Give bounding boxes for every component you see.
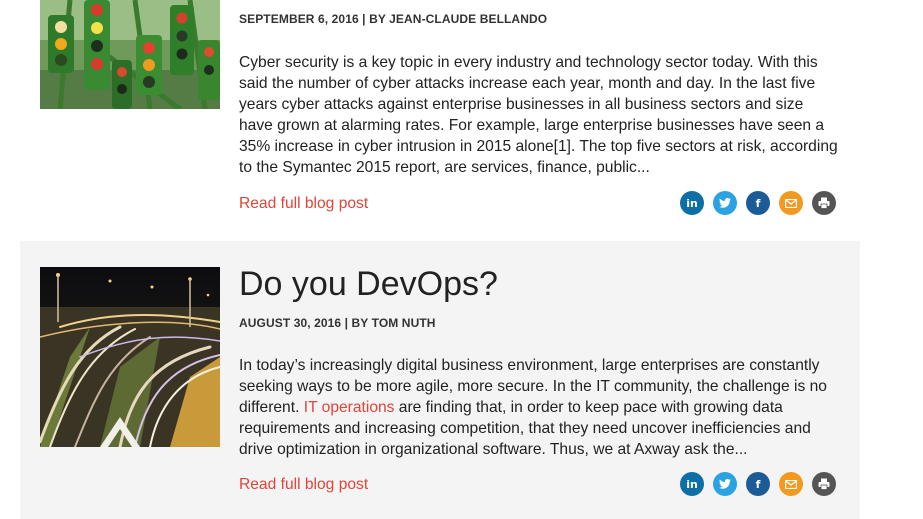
read-full-post-link[interactable]: Read full blog post: [239, 194, 368, 214]
email-icon[interactable]: [779, 191, 803, 215]
post-excerpt: In today’s increasingly digital business…: [239, 355, 839, 460]
linkedin-glyph: in: [686, 477, 698, 491]
facebook-icon[interactable]: f: [746, 191, 770, 215]
facebook-icon[interactable]: f: [746, 472, 770, 496]
highway-night-image: [40, 267, 220, 447]
post-meta: SEPTEMBER 6, 2016 | BY JEAN-CLAUDE BELLA…: [239, 12, 548, 26]
twitter-icon[interactable]: [713, 472, 737, 496]
facebook-glyph: f: [755, 477, 761, 491]
print-icon[interactable]: [812, 191, 836, 215]
share-bar: in f: [680, 191, 836, 215]
facebook-glyph: f: [755, 196, 761, 210]
blog-post: SEPTEMBER 6, 2016 | BY JEAN-CLAUDE BELLA…: [20, 0, 860, 232]
twitter-icon[interactable]: [713, 191, 737, 215]
post-excerpt: Cyber security is a key topic in every i…: [239, 54, 838, 176]
traffic-lights-image: [40, 0, 220, 109]
post-thumbnail[interactable]: [40, 0, 220, 109]
blog-post: Do you DevOps? AUGUST 30, 2016 | BY TOM …: [20, 241, 860, 519]
post-meta: AUGUST 30, 2016 | BY TOM NUTH: [239, 316, 436, 330]
share-bar: in f: [680, 472, 836, 496]
read-full-post-link[interactable]: Read full blog post: [239, 475, 368, 495]
linkedin-icon[interactable]: in: [680, 191, 704, 215]
print-icon[interactable]: [812, 472, 836, 496]
post-title[interactable]: Do you DevOps?: [239, 263, 839, 305]
linkedin-glyph: in: [686, 196, 698, 210]
it-operations-link[interactable]: IT operations: [304, 399, 395, 416]
linkedin-icon[interactable]: in: [680, 472, 704, 496]
email-icon[interactable]: [779, 472, 803, 496]
post-thumbnail[interactable]: [40, 267, 220, 447]
